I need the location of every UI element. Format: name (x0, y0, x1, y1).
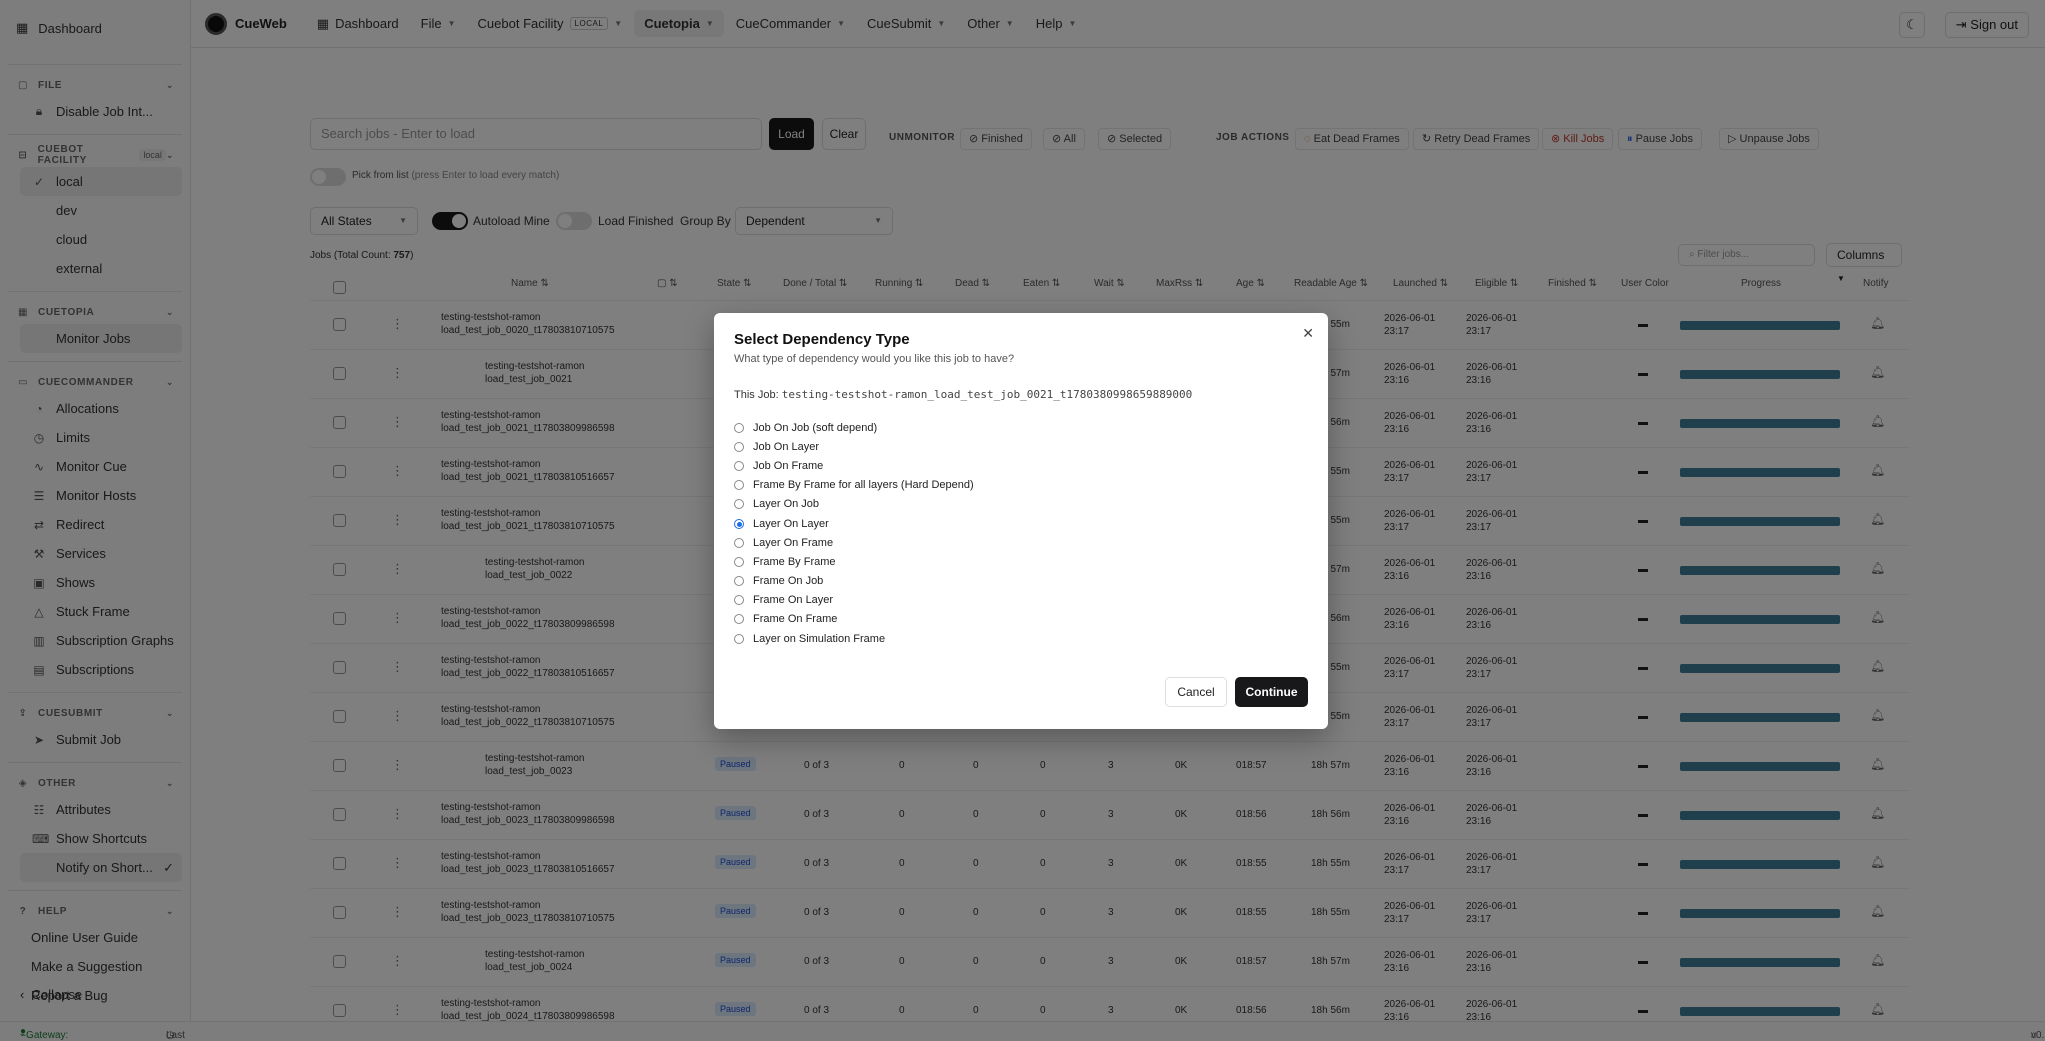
job-label: This Job: (734, 389, 779, 401)
dependency-type-dialog: Select Dependency Type What type of depe… (714, 313, 1328, 729)
option-label[interactable]: Job On Frame (753, 460, 823, 472)
dependency-type-radio-group: Job On Job (soft depend) Job On Layer Job … (734, 418, 974, 648)
option-label[interactable]: Layer on Simulation Frame (753, 633, 885, 645)
radio-button[interactable] (734, 460, 744, 471)
dependency-option[interactable]: Job On Job (soft depend) (734, 418, 974, 437)
dependency-option[interactable]: Layer on Simulation Frame (734, 629, 974, 648)
radio-button[interactable] (734, 422, 744, 433)
dependency-option[interactable]: Frame By Frame (734, 552, 974, 571)
radio-button[interactable] (734, 537, 744, 548)
option-label[interactable]: Layer On Layer (753, 518, 829, 530)
dialog-job-name: This Job: testing-testshot-ramon_load_te… (734, 388, 1192, 401)
radio-button[interactable] (734, 576, 744, 587)
radio-button[interactable] (734, 518, 744, 529)
dialog-title: Select Dependency Type (734, 331, 910, 348)
option-label[interactable]: Layer On Frame (753, 537, 833, 549)
job-name-value: testing-testshot-ramon_load_test_job_002… (781, 388, 1193, 401)
radio-button[interactable] (734, 595, 744, 606)
dependency-option[interactable]: Job On Layer (734, 437, 974, 456)
dialog-subtitle: What type of dependency would you like t… (734, 353, 1015, 365)
close-icon[interactable]: ✕ (1302, 325, 1314, 342)
radio-button[interactable] (734, 499, 744, 510)
option-label[interactable]: Frame On Layer (753, 594, 833, 606)
option-label[interactable]: Job On Job (soft depend) (753, 422, 877, 434)
dependency-option[interactable]: Frame On Job (734, 572, 974, 591)
option-label[interactable]: Frame By Frame (753, 556, 836, 568)
dependency-option[interactable]: Layer On Frame (734, 533, 974, 552)
radio-button[interactable] (734, 614, 744, 625)
dependency-option[interactable]: Layer On Layer (734, 514, 974, 533)
radio-button[interactable] (734, 556, 744, 567)
option-label[interactable]: Layer On Job (753, 498, 819, 510)
radio-button[interactable] (734, 441, 744, 452)
option-label[interactable]: Frame On Job (753, 575, 823, 587)
radio-button[interactable] (734, 633, 744, 644)
option-label[interactable]: Job On Layer (753, 441, 819, 453)
dependency-option[interactable]: Frame On Frame (734, 610, 974, 629)
option-label[interactable]: Frame On Frame (753, 613, 837, 625)
dependency-option[interactable]: Layer On Job (734, 495, 974, 514)
radio-button[interactable] (734, 480, 744, 491)
dependency-option[interactable]: Frame On Layer (734, 591, 974, 610)
cancel-button[interactable]: Cancel (1165, 677, 1227, 707)
option-label[interactable]: Frame By Frame for all layers (Hard Depe… (753, 479, 974, 491)
continue-button[interactable]: Continue (1235, 677, 1308, 707)
dependency-option[interactable]: Job On Frame (734, 456, 974, 475)
dependency-option[interactable]: Frame By Frame for all layers (Hard Depe… (734, 476, 974, 495)
